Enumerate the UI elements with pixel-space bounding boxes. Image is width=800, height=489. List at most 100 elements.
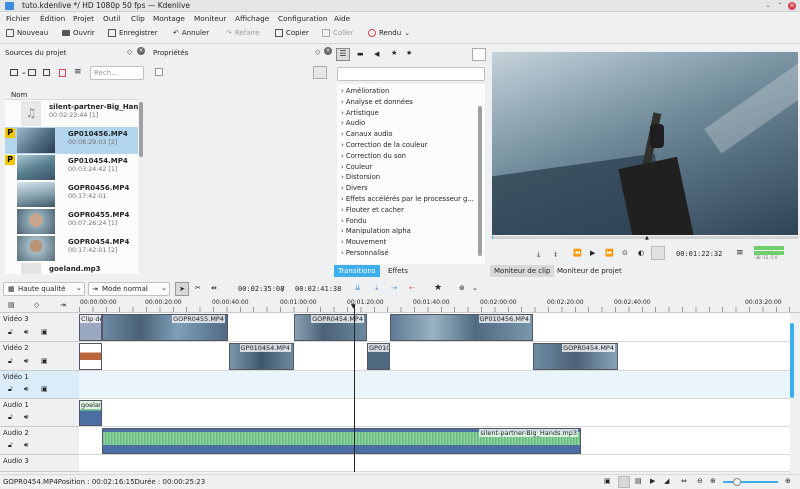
track-video-3[interactable]: Clip de GOPR0455.MP4 GOPR0454.MP4 GP0104… <box>79 313 790 342</box>
effect-category[interactable]: › Divers <box>341 184 368 192</box>
monitor-video-frame[interactable] <box>492 52 798 235</box>
track-audio-3[interactable] <box>79 455 790 472</box>
timeline-clip[interactable]: goelan <box>79 400 102 426</box>
track-options-icon[interactable]: ⇥ <box>60 301 66 309</box>
menu-moniteur[interactable]: Moniteur <box>194 14 226 23</box>
track-header-video-1[interactable]: Vidéo 1 🔓︎ 🔊︎ ▣ <box>0 371 79 399</box>
split-audio-icon[interactable]: ▤ <box>8 301 15 309</box>
bin-header[interactable]: Nom <box>5 90 138 100</box>
effect-category[interactable]: › Effets accélérés par le processeur g..… <box>341 195 474 203</box>
bin-item-gp010454[interactable]: P GP010454.MP4 00:03:24:42 [1] <box>5 154 138 181</box>
float-panel-icon[interactable]: ◇ <box>315 48 320 56</box>
folder-icon[interactable] <box>28 69 36 76</box>
timeline-clip[interactable]: GP010454.MP4 <box>229 343 294 370</box>
zoom-in-icon[interactable]: ⊕ <box>785 477 791 485</box>
timeline-clip[interactable]: GP010 <box>367 343 390 370</box>
effect-category[interactable]: › Mouvement <box>341 238 386 246</box>
menu-projet[interactable]: Projet <box>73 14 94 23</box>
effect-category[interactable]: › Audio <box>341 119 365 127</box>
lock-icon[interactable]: 🔓︎ <box>8 357 13 366</box>
audio-icon[interactable]: 🔊︎ <box>24 385 28 394</box>
render-button[interactable]: Rendu ⌄ <box>368 29 410 37</box>
lock-icon[interactable]: 🔓︎ <box>8 385 13 394</box>
ripple-icon[interactable]: ◇ <box>34 301 39 309</box>
out-point-icon[interactable]: ⤈ <box>554 250 557 259</box>
tab-project-monitor[interactable]: Moniteur de projet <box>553 265 626 277</box>
track-audio-1[interactable]: goelan <box>79 399 790 427</box>
audio-effects-icon[interactable]: ◀ <box>374 50 379 58</box>
in-point-icon[interactable]: ⤓ <box>537 250 540 259</box>
undo-button[interactable]: ↶ Annuler <box>173 29 209 37</box>
forward-icon[interactable]: ⏩ <box>605 249 614 257</box>
list-view-icon[interactable]: ☰ <box>336 48 350 61</box>
track-header-video-3[interactable]: Vidéo 3 🔓︎ 🔊︎ ▣ <box>0 313 79 342</box>
delete-icon[interactable] <box>59 69 66 77</box>
new-button[interactable]: Nouveau <box>6 29 48 37</box>
tab-effects[interactable]: Effets <box>384 265 412 277</box>
chevron-down-icon[interactable]: ⌄ <box>21 68 27 76</box>
effect-category[interactable]: › Personnalisé <box>341 249 389 257</box>
timeline-clip[interactable]: GOPR0454.MP4 <box>294 314 367 341</box>
bin-item-gopr0454[interactable]: GOPR0454.MP4 00:17:42:01 [2] <box>5 235 138 262</box>
menu-aide[interactable]: Aide <box>334 14 350 23</box>
track-header-audio-1[interactable]: Audio 1 🔓︎ 🔊︎ <box>0 399 79 427</box>
add-clip-icon[interactable] <box>10 69 18 76</box>
edit-clip-icon[interactable] <box>43 69 50 76</box>
thumbnail-toggle-icon[interactable] <box>618 476 630 488</box>
audio-thumb-icon[interactable]: ▤ <box>635 477 642 485</box>
enable-checkbox[interactable] <box>155 68 163 76</box>
timeline-playhead[interactable] <box>354 305 355 472</box>
effect-category[interactable]: › Flouter et cacher <box>341 206 404 214</box>
effects-search-input[interactable] <box>337 67 485 81</box>
chevron-down-icon[interactable]: ⌄ <box>472 284 478 292</box>
menu-fichier[interactable]: Fichier <box>6 14 30 23</box>
favorite-icon[interactable]: ★ <box>434 283 442 293</box>
menu-clip[interactable]: Clip <box>131 14 145 23</box>
close-panel-icon[interactable]: × <box>324 47 332 55</box>
select-tool-icon[interactable]: ➤ <box>175 282 189 296</box>
quality-select[interactable]: ▦ Haute qualité ⌄ <box>3 282 85 296</box>
video-icon[interactable]: ▣ <box>41 385 48 393</box>
audio-icon[interactable]: 🔊︎ <box>24 441 28 450</box>
timeline-scrollbar[interactable] <box>790 313 796 472</box>
effects-scrollbar[interactable] <box>478 86 482 261</box>
tab-transitions[interactable]: Transitions <box>334 265 380 277</box>
open-button[interactable]: Ouvrir <box>62 29 95 37</box>
effect-category[interactable]: › Correction de la couleur <box>341 141 427 149</box>
timeline-clip[interactable]: GP010456.MP4 <box>390 314 533 341</box>
video-effects-icon[interactable]: ▬ <box>357 50 364 58</box>
menu-icon[interactable]: ≡ <box>74 67 82 77</box>
spacer-tool-icon[interactable]: ⇹ <box>211 284 217 292</box>
effect-category[interactable]: › Artistique <box>341 109 379 117</box>
effect-category[interactable]: › Fondu <box>341 217 367 225</box>
save-button[interactable]: Enregistrer <box>108 29 158 37</box>
insert-icon[interactable]: ⇊ <box>355 284 361 292</box>
bin-item-goeland[interactable]: goeland.mp3 <box>5 262 138 274</box>
lock-icon[interactable]: 🔓︎ <box>8 328 13 337</box>
properties-menu-icon[interactable] <box>313 66 327 79</box>
playhead-marker-icon[interactable]: ▼ <box>351 303 356 310</box>
zoom-icon[interactable] <box>651 246 665 260</box>
effect-icon[interactable]: ⊛ <box>459 284 465 292</box>
track-header-audio-3[interactable]: Audio 3 <box>0 455 79 472</box>
paste-button[interactable]: Coller <box>322 29 353 37</box>
lift-icon[interactable]: ⇠ <box>409 284 415 292</box>
audio-icon[interactable]: 🔊︎ <box>24 328 28 337</box>
marker-icon[interactable]: ▶ <box>650 477 655 485</box>
menu-montage[interactable]: Montage <box>153 14 185 23</box>
zoom-in-icon[interactable]: ⊕ <box>710 477 716 485</box>
tab-clip-monitor[interactable]: Moniteur de clip <box>490 265 555 277</box>
bin-item-gopr0455[interactable]: GOPR0455.MP4 00:07:26:24 [1] <box>5 208 138 235</box>
bin-item-gopr0456[interactable]: GOPR0456.MP4 00:17:42:01 <box>5 181 138 208</box>
float-panel-icon[interactable]: ◇ <box>127 48 132 56</box>
redo-button[interactable]: ↷ Refaire <box>226 29 259 37</box>
timeline-clip[interactable]: GOPR0455.MP4 <box>102 314 228 341</box>
track-audio-2[interactable]: silent-partner-Big_Hands.mp3 <box>79 427 790 455</box>
bin-item-silent-partner[interactable]: ♫ silent-partner-Big_Han 00:02:23:44 [1] <box>5 100 138 127</box>
menu-affichage[interactable]: Affichage <box>235 14 269 23</box>
zoom-out-icon[interactable]: ⊖ <box>697 477 703 485</box>
track-header-video-2[interactable]: Vidéo 2 🔓︎ 🔊︎ ▣ <box>0 342 79 371</box>
zone-icon[interactable]: ⊙ <box>622 249 628 257</box>
effect-category[interactable]: › Correction du son <box>341 152 406 160</box>
video-icon[interactable]: ▣ <box>41 357 48 365</box>
